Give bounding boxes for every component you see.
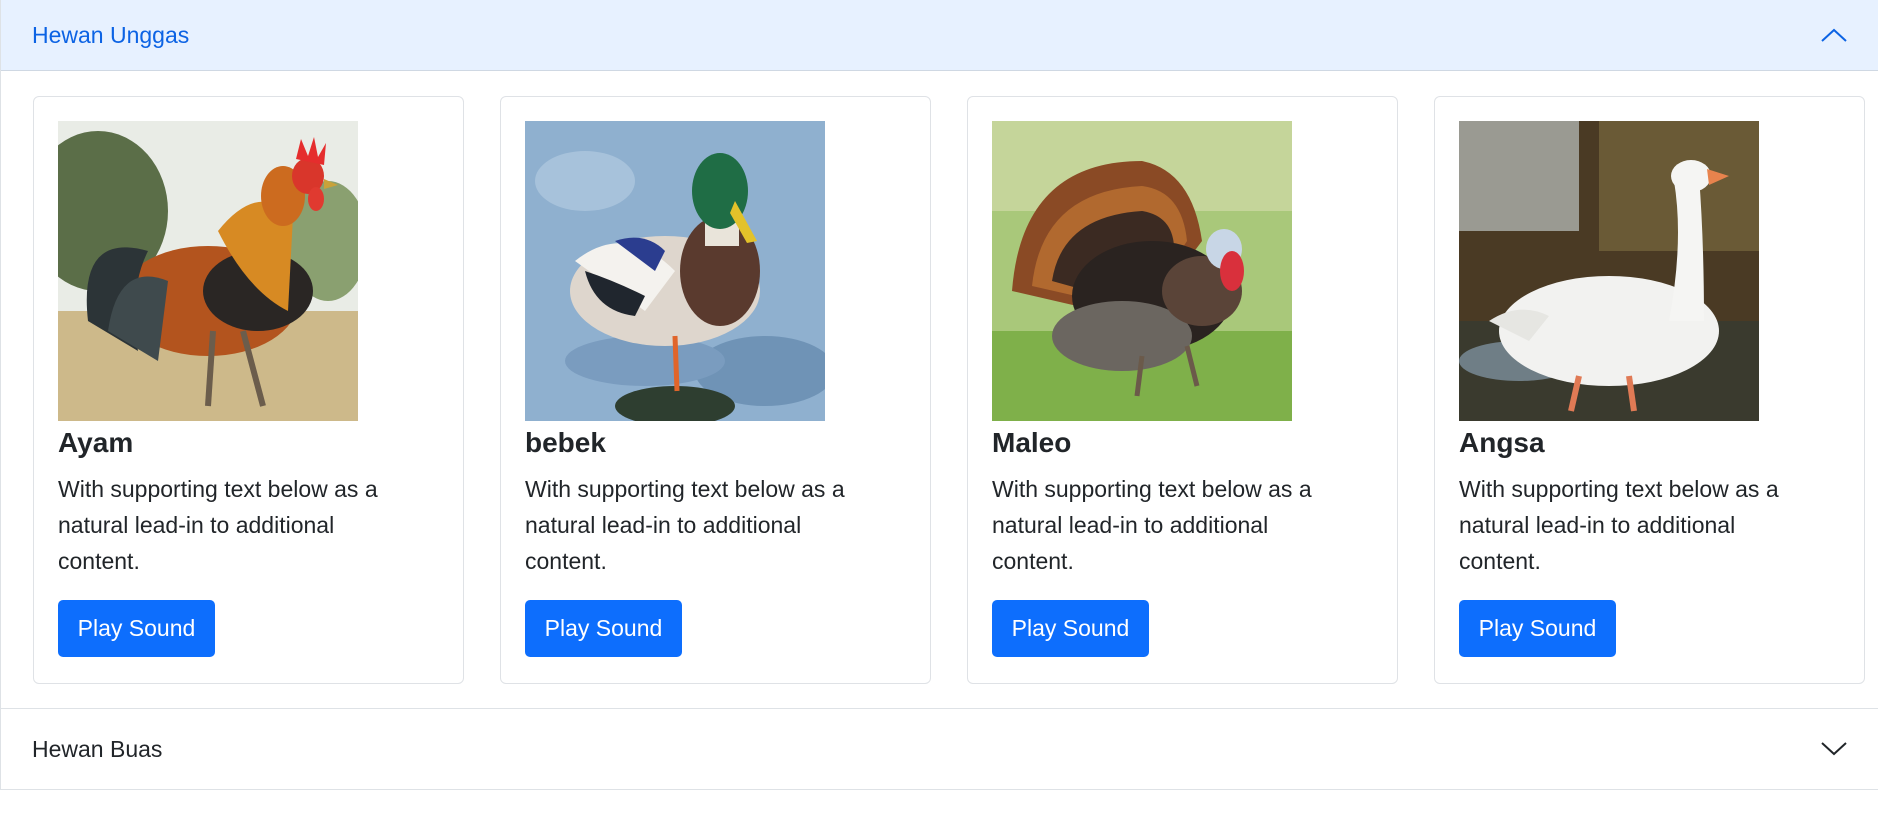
mallard-duck-photo xyxy=(525,121,825,421)
accordion-title-buas: Hewan Buas xyxy=(32,735,163,762)
accordion-body-unggas: Ayam With supporting text below as a nat… xyxy=(1,71,1878,708)
play-sound-button[interactable]: Play Sound xyxy=(992,600,1149,657)
play-sound-button[interactable]: Play Sound xyxy=(58,600,215,657)
card-text: With supporting text below as a natural … xyxy=(58,476,378,574)
white-goose-photo xyxy=(1459,121,1759,421)
accordion-title-unggas: Hewan Unggas xyxy=(32,21,190,48)
rooster-photo xyxy=(58,121,358,421)
card-text: With supporting text below as a natural … xyxy=(525,476,845,574)
animal-card: bebek With supporting text below as a na… xyxy=(500,96,931,684)
turkey-photo xyxy=(992,121,1292,421)
play-sound-button[interactable]: Play Sound xyxy=(525,600,682,657)
animal-accordion: Hewan Unggas Ayam With supporting text b… xyxy=(0,0,1878,790)
play-sound-button[interactable]: Play Sound xyxy=(1459,600,1616,657)
chevron-down-icon xyxy=(1818,733,1850,765)
accordion-item-unggas: Hewan Unggas Ayam With supporting text b… xyxy=(1,0,1878,709)
card-title: Ayam xyxy=(58,427,134,458)
card-title: Angsa xyxy=(1459,427,1545,458)
accordion-header-buas[interactable]: Hewan Buas xyxy=(1,709,1878,789)
accordion-item-buas: Hewan Buas xyxy=(1,709,1878,790)
animal-card: Angsa With supporting text below as a na… xyxy=(1434,96,1865,684)
animal-card: Ayam With supporting text below as a nat… xyxy=(33,96,464,684)
card-text: With supporting text below as a natural … xyxy=(1459,476,1779,574)
accordion-header-unggas[interactable]: Hewan Unggas xyxy=(1,0,1878,71)
card-text: With supporting text below as a natural … xyxy=(992,476,1312,574)
card-title: Maleo xyxy=(992,427,1072,458)
chevron-up-icon xyxy=(1818,19,1850,51)
card-title: bebek xyxy=(525,427,606,458)
animal-card: Maleo With supporting text below as a na… xyxy=(967,96,1398,684)
